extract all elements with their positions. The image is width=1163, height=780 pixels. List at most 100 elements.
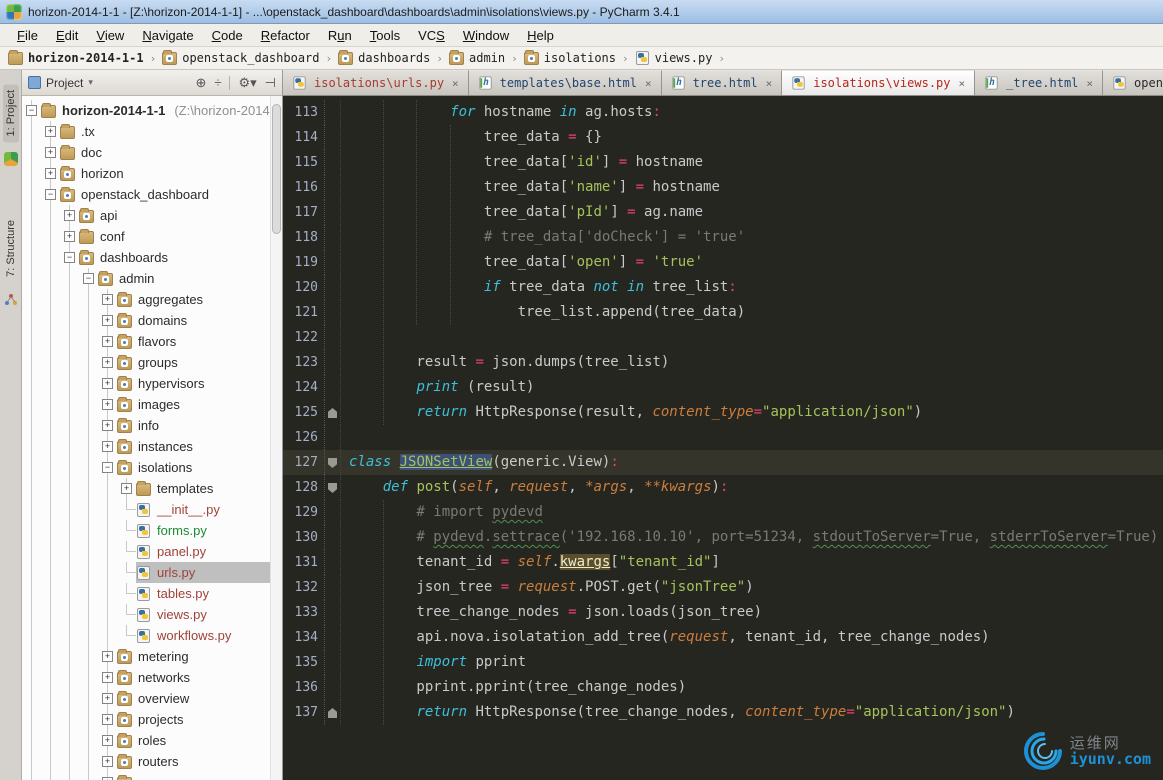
tree-item-images[interactable]: images [117,394,270,415]
expand-icon[interactable]: + [102,672,113,683]
close-icon[interactable]: × [959,77,966,90]
code-line[interactable]: 124 print (result) [283,375,1163,400]
code-line[interactable]: 129 # import pydevd [283,500,1163,525]
tree-row[interactable]: + domains [22,310,270,331]
tree-toggle[interactable]: + [98,436,117,457]
tree-toggle[interactable]: − [79,268,98,289]
fold-end-icon[interactable] [328,408,337,418]
fold-marker[interactable] [325,475,341,500]
tree-row[interactable]: views.py [22,604,270,625]
tree-row[interactable]: + instances [22,436,270,457]
menu-item-edit[interactable]: Edit [47,26,87,45]
code-line[interactable]: 136 pprint.pprint(tree_change_nodes) [283,675,1163,700]
hide-panel-icon[interactable]: ⊣ [265,75,276,91]
tree-item-aggregates[interactable]: aggregates [117,289,270,310]
menu-item-refactor[interactable]: Refactor [252,26,319,45]
tree-item-users[interactable]: users [117,772,270,780]
tool-stripe-button-structure[interactable]: 7: Structure [3,214,19,283]
editor-tab-openstack-dashboard-url[interactable]: openstack_dashboard\url [1103,70,1163,95]
pycharm-tool-icon[interactable] [3,152,18,167]
code-line[interactable]: 128 def post(self, request, *args, **kwa… [283,475,1163,500]
tree-toggle[interactable]: + [98,688,117,709]
expand-icon[interactable]: + [102,735,113,746]
scroll-from-source-icon[interactable]: ÷ [214,75,221,90]
expand-icon[interactable]: + [102,378,113,389]
tree-item-conf[interactable]: conf [79,226,270,247]
tree-item-routers[interactable]: routers [117,751,270,772]
expand-icon[interactable]: + [102,441,113,452]
tree-toggle[interactable]: − [60,247,79,268]
tree-row[interactable]: + horizon [22,163,270,184]
fold-marker[interactable] [325,400,341,425]
tree-item-admin[interactable]: admin [98,268,270,289]
fold-start-icon[interactable] [328,458,337,468]
close-icon[interactable]: × [1086,77,1093,90]
code-line[interactable]: 115 tree_data['id'] = hostname [283,150,1163,175]
expand-icon[interactable]: + [102,357,113,368]
fold-marker[interactable] [325,450,341,475]
tree-row[interactable]: panel.py [22,541,270,562]
tree-item-workflows-py[interactable]: workflows.py [136,625,270,646]
code-editor[interactable]: 113 for hostname in ag.hosts: 114 tree_da… [283,96,1163,780]
tree-row[interactable]: + aggregates [22,289,270,310]
expand-icon[interactable]: + [45,147,56,158]
collapse-icon[interactable]: − [83,273,94,284]
tree-toggle[interactable]: − [41,184,60,205]
tree-toggle[interactable]: + [117,478,136,499]
expand-icon[interactable]: + [102,651,113,662]
tree-item-projects[interactable]: projects [117,709,270,730]
tree-item-instances[interactable]: instances [117,436,270,457]
menu-item-view[interactable]: View [87,26,133,45]
tree-item-metering[interactable]: metering [117,646,270,667]
structure-icon[interactable] [4,293,18,312]
tree-row[interactable]: + roles [22,730,270,751]
tree-row[interactable]: + conf [22,226,270,247]
editor-tab-isolations-views-py[interactable]: isolations\views.py × [782,70,976,95]
code-line[interactable]: 137 return HttpResponse(tree_change_node… [283,700,1163,725]
breadcrumb-item-horizon-2014-1-1[interactable]: horizon-2014-1-1 [6,50,146,65]
code-line[interactable]: 116 tree_data['name'] = hostname [283,175,1163,200]
expand-icon[interactable]: + [102,336,113,347]
tree-toggle[interactable]: + [98,373,117,394]
close-icon[interactable]: × [645,77,652,90]
tree-item-groups[interactable]: groups [117,352,270,373]
tree-item-domains[interactable]: domains [117,310,270,331]
tree-row[interactable]: + api [22,205,270,226]
tree-item-panel-py[interactable]: panel.py [136,541,270,562]
tree-row[interactable]: workflows.py [22,625,270,646]
expand-icon[interactable]: + [102,714,113,725]
tree-item-info[interactable]: info [117,415,270,436]
editor-tab-templates-base-html[interactable]: h templates\base.html × [468,70,662,95]
tree-item-templates[interactable]: templates [136,478,270,499]
tree-row[interactable]: − isolations [22,457,270,478]
collapse-icon[interactable]: − [26,105,37,116]
tree-item-openstack-dashboard[interactable]: openstack_dashboard [60,184,270,205]
code-line[interactable]: 117 tree_data['pId'] = ag.name [283,200,1163,225]
tree-row[interactable]: urls.py [22,562,270,583]
tree-row[interactable]: __init__.py [22,499,270,520]
code-line[interactable]: 130 # pydevd.settrace('192.168.10.10', p… [283,525,1163,550]
expand-icon[interactable]: + [102,315,113,326]
editor-tab-isolations-urls-py[interactable]: isolations\urls.py × [283,70,469,95]
menu-item-file[interactable]: File [8,26,47,45]
tree-row[interactable]: + images [22,394,270,415]
menu-item-window[interactable]: Window [454,26,518,45]
code-line[interactable]: 125 return HttpResponse(result, content_… [283,400,1163,425]
expand-icon[interactable]: + [102,756,113,767]
tree-row[interactable]: − horizon-2014-1-1 (Z:\horizon-2014- [22,100,274,121]
code-line[interactable]: 118 # tree_data['doCheck'] = 'true' [283,225,1163,250]
editor-tab--tree-html[interactable]: h _tree.html × [975,70,1104,95]
tree-item-horizon-2014-1-1[interactable]: horizon-2014-1-1 (Z:\horizon-2014- [41,100,278,121]
close-icon[interactable]: × [766,77,773,90]
tree-toggle[interactable]: + [98,415,117,436]
collapse-icon[interactable]: − [102,462,113,473]
expand-icon[interactable]: + [102,420,113,431]
tree-item-roles[interactable]: roles [117,730,270,751]
fold-marker[interactable] [325,700,341,725]
tree-row[interactable]: + hypervisors [22,373,270,394]
tree-toggle[interactable]: + [98,772,117,780]
code-line[interactable]: 123 result = json.dumps(tree_list) [283,350,1163,375]
tree-item-hypervisors[interactable]: hypervisors [117,373,270,394]
code-line[interactable]: 114 tree_data = {} [283,125,1163,150]
breadcrumb-item-openstack_dashboard[interactable]: openstack_dashboard [160,50,321,65]
